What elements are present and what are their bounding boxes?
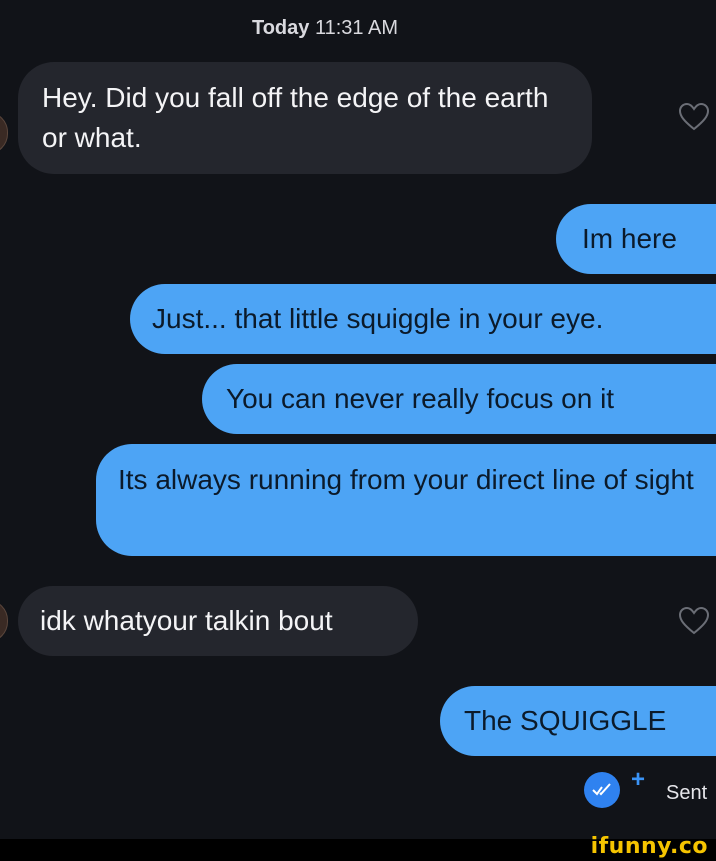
message-text: Im here — [582, 223, 677, 254]
message-text: You can never really focus on it — [226, 383, 615, 414]
contact-avatar[interactable] — [0, 600, 8, 642]
double-check-icon — [584, 772, 620, 808]
message-outgoing[interactable]: Im here — [556, 204, 716, 274]
timestamp-time: 11:31 AM — [314, 17, 398, 39]
message-outgoing[interactable]: The SQUIGGLE — [440, 686, 716, 756]
message-text: The SQUIGGLE — [464, 705, 667, 736]
conversation-timestamp: Today 11:31 AM — [0, 17, 650, 40]
heart-outline-icon[interactable] — [678, 102, 710, 132]
message-text: Its always running from your direct line… — [118, 464, 694, 495]
message-outgoing[interactable]: Just... that little squiggle in your eye… — [130, 284, 716, 354]
message-incoming[interactable]: Hey. Did you fall off the edge of the ea… — [18, 62, 592, 174]
footer-bar: ifunny.co — [0, 834, 716, 861]
contact-avatar[interactable] — [0, 112, 8, 154]
message-outgoing[interactable]: Its always running from your direct line… — [96, 444, 716, 556]
message-outgoing[interactable]: You can never really focus on it — [202, 364, 716, 434]
timestamp-day: Today — [251, 17, 310, 39]
message-text: idk whatyour talkin bout — [40, 605, 333, 636]
delivery-status: + Sent — [0, 766, 716, 818]
heart-outline-icon[interactable] — [678, 606, 710, 636]
sent-label: Sent — [666, 782, 708, 804]
message-text: Hey. Did you fall off the edge of the ea… — [42, 82, 549, 153]
plus-icon[interactable]: + — [631, 766, 645, 794]
message-incoming[interactable]: idk whatyour talkin bout — [18, 586, 418, 656]
message-text: Just... that little squiggle in your eye… — [152, 303, 604, 334]
watermark-logo: ifunny.co — [590, 834, 708, 859]
